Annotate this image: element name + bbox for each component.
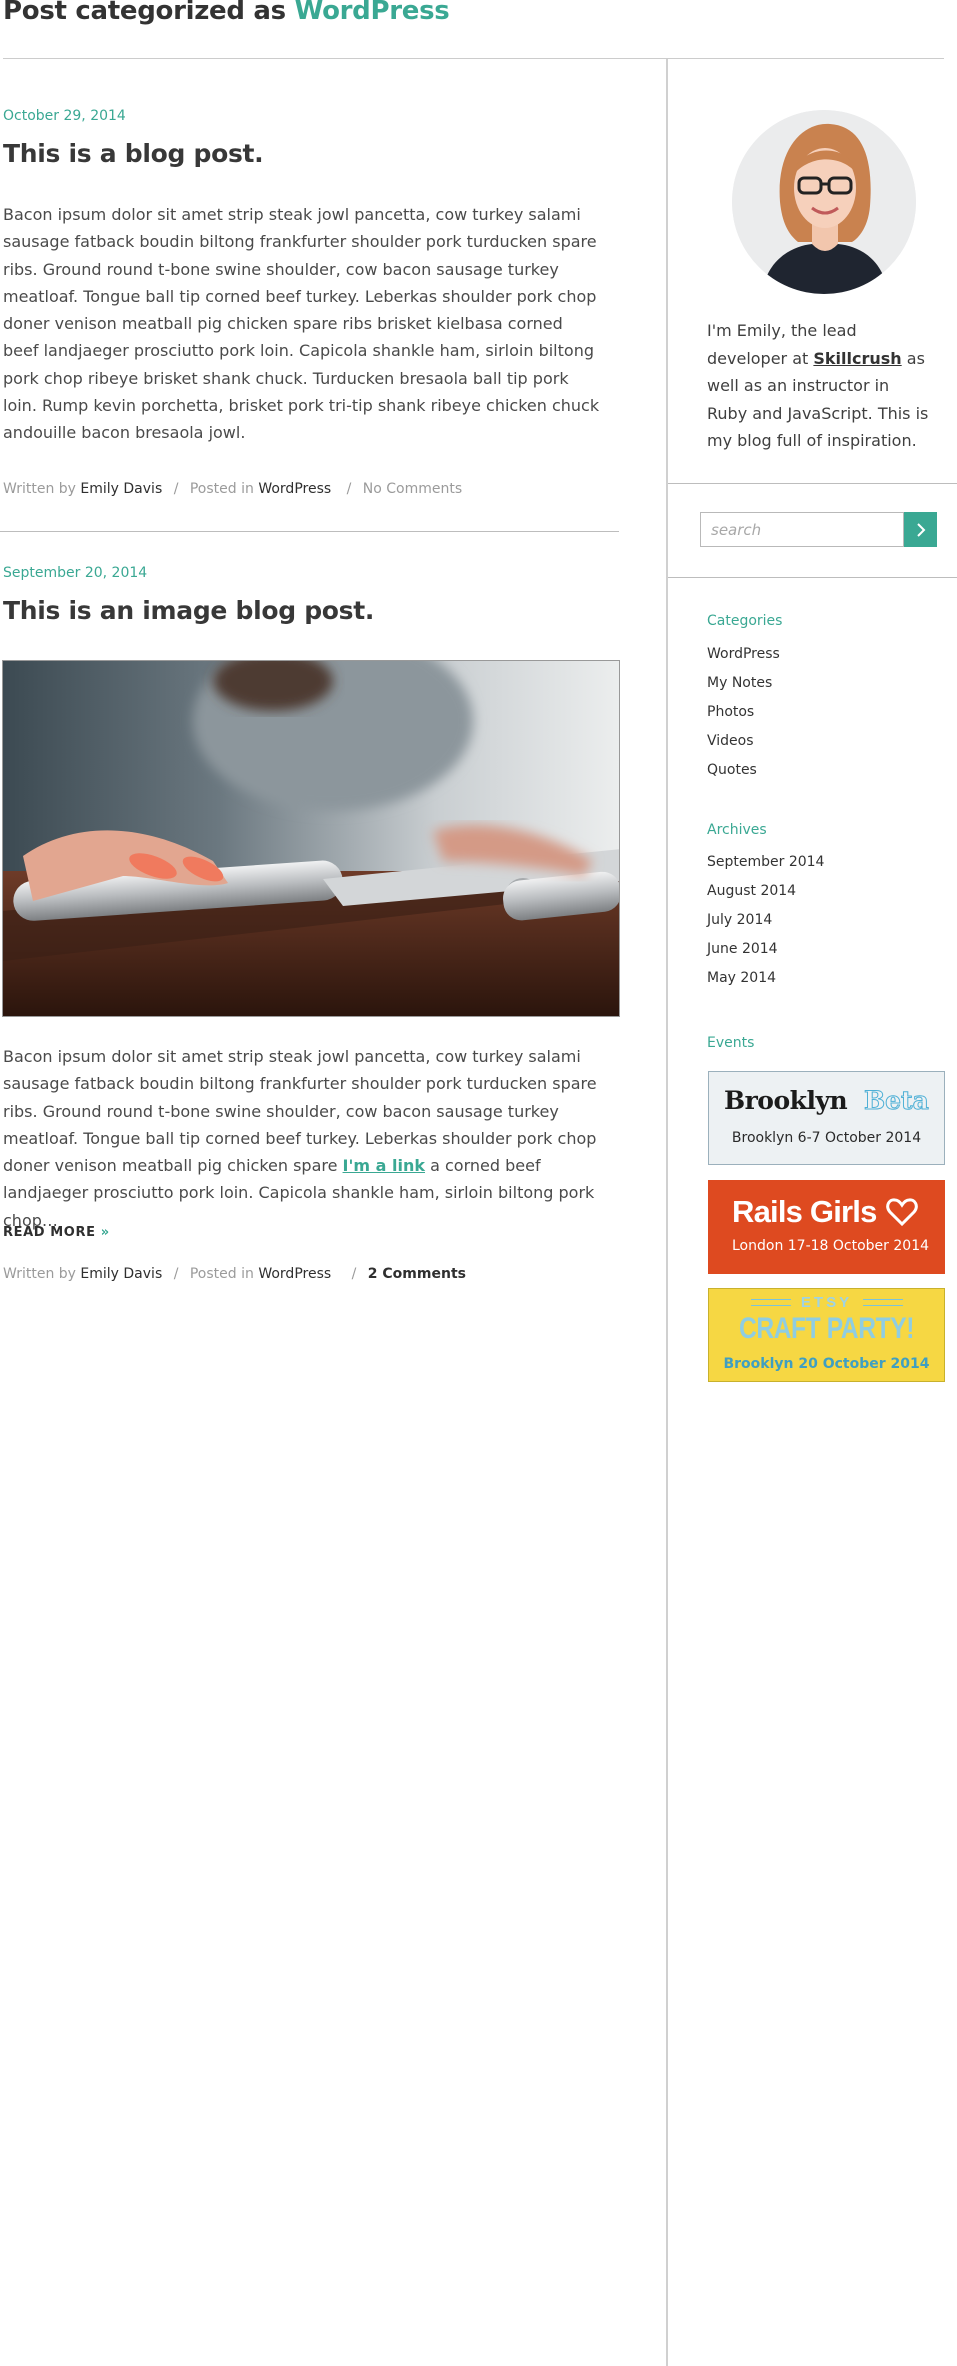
post-excerpt: Bacon ipsum dolor sit amet strip steak j… — [3, 1043, 603, 1234]
meta-separator: / — [173, 1266, 179, 1282]
chevron-right-icon — [916, 522, 925, 537]
comments-link[interactable]: No Comments — [363, 481, 462, 497]
post-title[interactable]: This is a blog post. — [3, 139, 264, 168]
author-link[interactable]: Emily Davis — [80, 481, 162, 497]
category-link[interactable]: WordPress — [258, 1266, 331, 1282]
event-brooklyn-beta[interactable]: Brooklyn Beta Brooklyn 6-7 October 2014 — [708, 1071, 945, 1165]
archive-link[interactable]: May 2014 — [707, 970, 776, 986]
written-by-label: Written by — [3, 1266, 76, 1282]
event-subtitle: Brooklyn 6-7 October 2014 — [731, 1130, 922, 1146]
event-subtitle: Brooklyn 20 October 2014 — [723, 1356, 930, 1372]
page-title-category: WordPress — [294, 0, 450, 26]
categories-title: Categories — [707, 613, 783, 629]
post-excerpt: Bacon ipsum dolor sit amet strip steak j… — [3, 205, 600, 443]
meta-separator: / — [173, 481, 179, 497]
avatar-portrait — [732, 110, 916, 294]
posted-in-label: Posted in — [189, 1266, 254, 1282]
double-chevron-icon: » — [100, 1225, 110, 1240]
skillcrush-link[interactable]: Skillcrush — [813, 349, 901, 368]
post-image-keyboard — [2, 660, 620, 1017]
archive-link[interactable]: September 2014 — [707, 854, 824, 870]
category-link-my-notes[interactable]: My Notes — [707, 675, 772, 691]
author-link[interactable]: Emily Davis — [80, 1266, 162, 1282]
post-divider — [0, 531, 619, 532]
sidebar-divider — [666, 59, 668, 2366]
written-by-label: Written by — [3, 481, 76, 497]
category-link-videos[interactable]: Videos — [707, 733, 754, 749]
event-logo-text: Beta — [864, 1086, 930, 1116]
events-title: Events — [707, 1035, 755, 1051]
archives-title: Archives — [707, 822, 767, 838]
post-title[interactable]: This is an image blog post. — [3, 596, 374, 625]
author-bio: I'm Emily, the lead developer at Skillcr… — [707, 317, 932, 455]
search-button[interactable] — [904, 512, 937, 547]
post-meta: Written by Emily Davis / Posted in WordP… — [3, 481, 462, 497]
sidebar-divider-bio — [668, 483, 957, 484]
category-link[interactable]: WordPress — [258, 481, 331, 497]
archive-link[interactable]: July 2014 — [707, 912, 772, 928]
heading-divider — [3, 58, 944, 59]
inline-link[interactable]: I'm a link — [343, 1156, 425, 1175]
meta-separator: / — [346, 481, 352, 497]
read-more-link[interactable]: READ MORE » — [3, 1225, 110, 1240]
page-title-prefix: Post categorized as — [3, 0, 286, 26]
event-logo-text: Brooklyn — [724, 1086, 848, 1115]
category-link-wordpress[interactable]: WordPress — [707, 646, 780, 662]
sidebar-divider-search — [668, 577, 957, 578]
category-link-photos[interactable]: Photos — [707, 704, 754, 720]
author-avatar — [732, 110, 916, 294]
event-logo-text: ETSY — [800, 1294, 853, 1311]
event-logo-text: Rails Girls — [732, 1194, 877, 1229]
event-subtitle: London 17-18 October 2014 — [732, 1238, 930, 1254]
keyboard-photo — [3, 661, 619, 1016]
comments-link[interactable]: 2 Comments — [368, 1266, 466, 1282]
event-etsy-craft-party[interactable]: ETSY CRAFT PARTY! Brooklyn 20 October 20… — [708, 1288, 945, 1382]
post-date: September 20, 2014 — [3, 565, 148, 581]
event-logo-text: CRAFT PARTY! — [738, 1312, 914, 1345]
heart-icon — [886, 1198, 918, 1226]
post-date: October 29, 2014 — [3, 108, 126, 124]
page-title: Post categorized as WordPress — [3, 0, 450, 26]
post-meta: Written by Emily Davis / Posted in WordP… — [3, 1266, 466, 1282]
posted-in-label: Posted in — [189, 481, 254, 497]
archive-link[interactable]: June 2014 — [707, 941, 778, 957]
read-more-label: READ MORE — [3, 1225, 96, 1240]
archive-link[interactable]: August 2014 — [707, 883, 796, 899]
category-link-quotes[interactable]: Quotes — [707, 762, 757, 778]
event-rails-girls[interactable]: Rails Girls London 17-18 October 2014 — [708, 1180, 945, 1274]
meta-separator: / — [351, 1266, 357, 1282]
search-input[interactable] — [700, 512, 904, 547]
